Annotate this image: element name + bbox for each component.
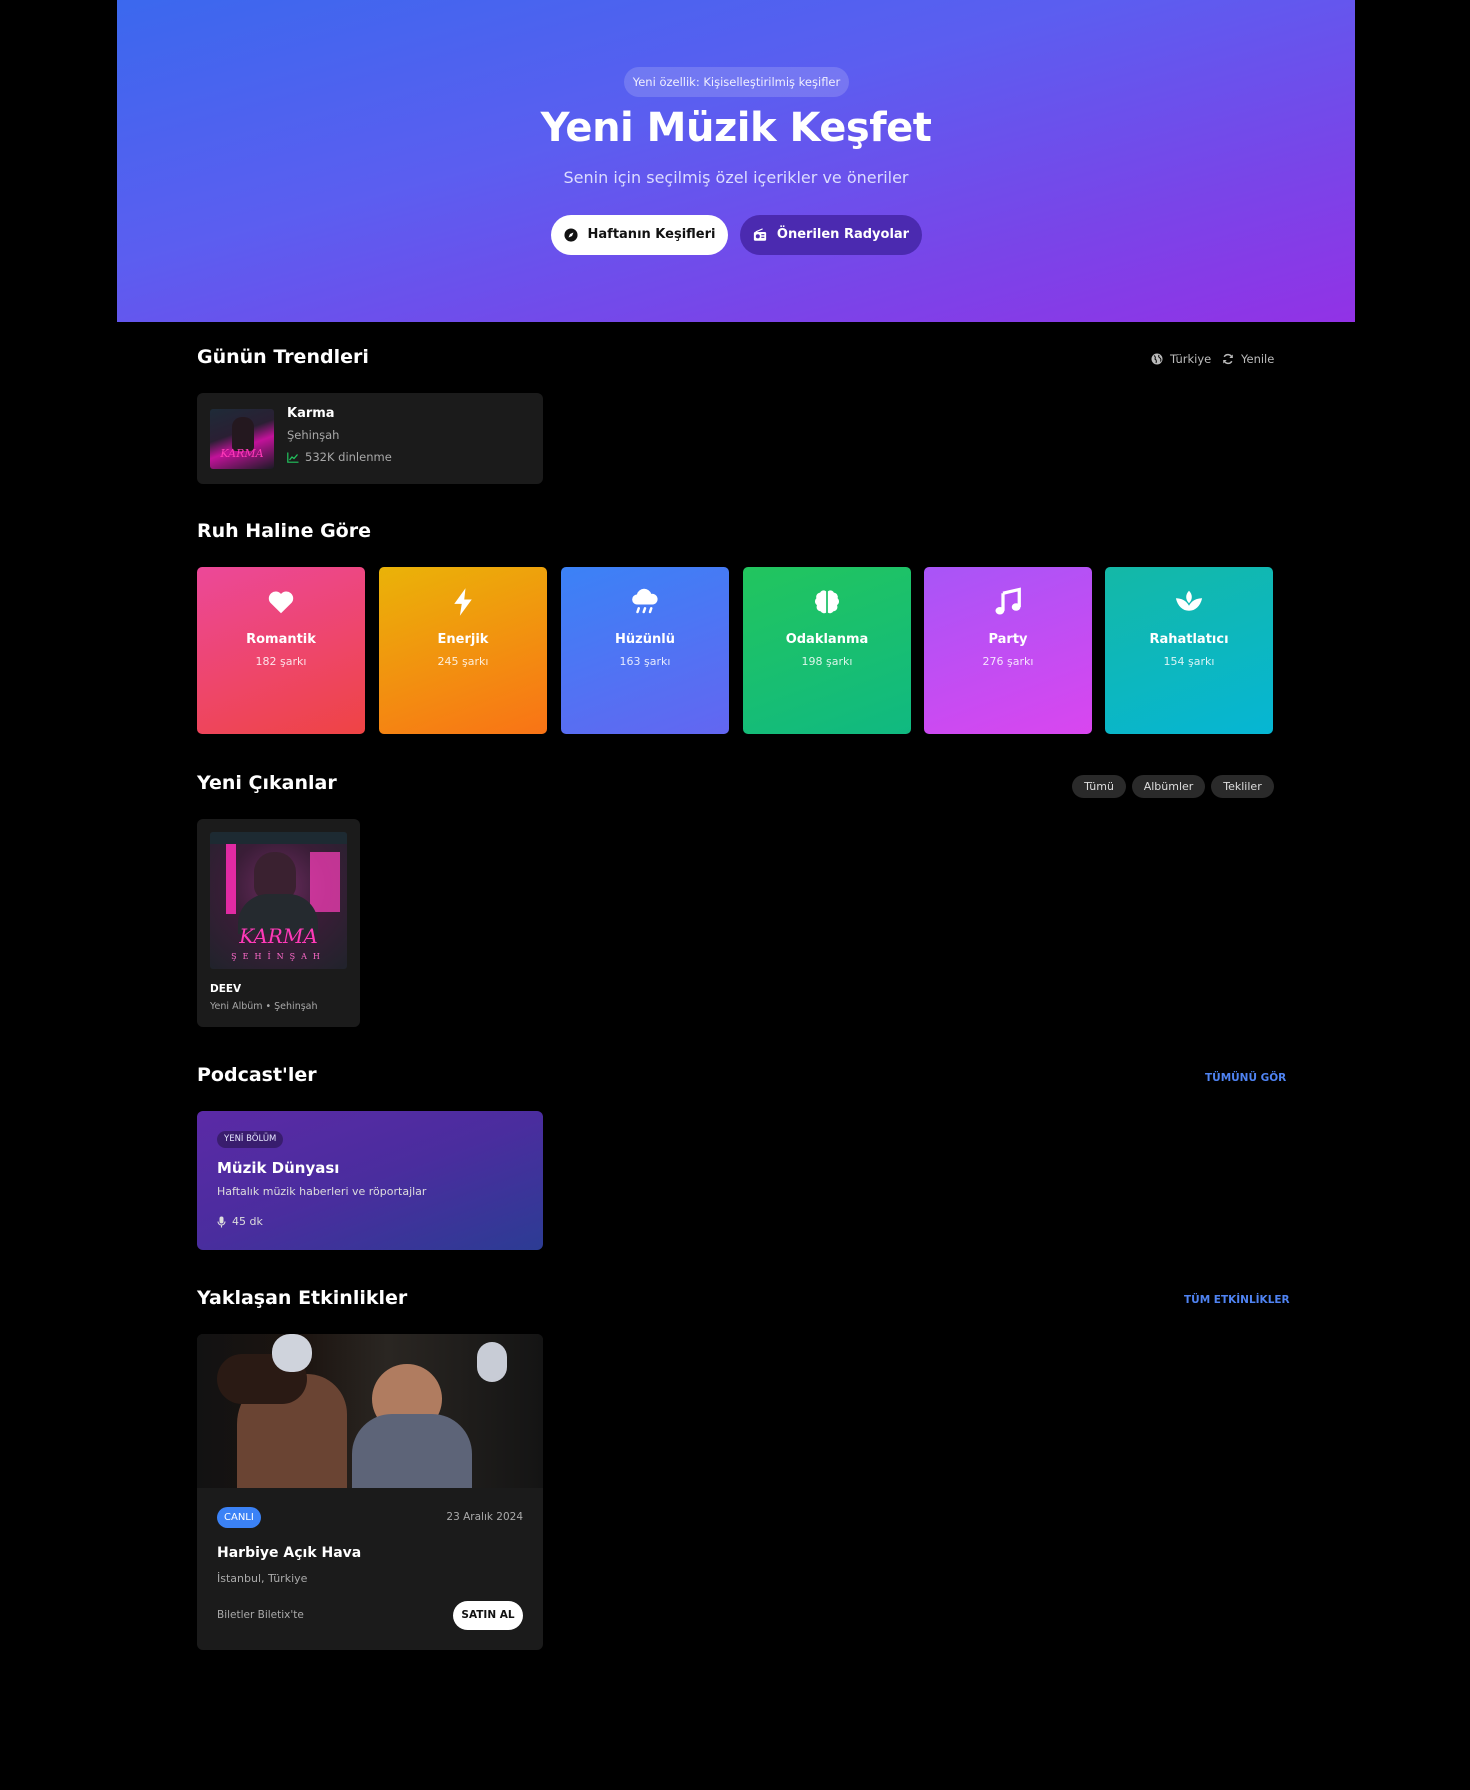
track-title[interactable]: Karma: [287, 406, 335, 421]
mood-count: 163 şarkı: [619, 655, 671, 668]
cover-title: KARMA: [239, 924, 318, 948]
mood-card-romantic[interactable]: Romantik 182 şarkı: [197, 567, 365, 734]
filter-singles[interactable]: Tekliler: [1211, 775, 1274, 798]
spa-icon: [1175, 590, 1203, 611]
mood-count: 182 şarkı: [255, 655, 307, 668]
cover-subtitle: ŞEHİNŞAH: [231, 952, 326, 961]
refresh-button[interactable]: Yenile: [1222, 352, 1274, 366]
release-meta: Yeni Albüm • Şehinşah: [210, 1001, 318, 1012]
mood-card-energetic[interactable]: Enerjik 245 şarkı: [379, 567, 547, 734]
events-section-title: Yaklaşan Etkinlikler: [197, 1287, 408, 1309]
filter-albums[interactable]: Albümler: [1132, 775, 1205, 798]
heart-icon: [268, 591, 294, 614]
events-see-all-link[interactable]: TÜM ETKİNLİKLER: [1184, 1294, 1290, 1306]
podcast-description: Haftalık müzik haberleri ve röportajlar: [217, 1185, 427, 1198]
event-card[interactable]: CANLI 23 Aralık 2024 Harbiye Açık Hava İ…: [197, 1334, 543, 1650]
mood-name: Enerjik: [437, 632, 489, 647]
brain-icon: [814, 590, 840, 614]
globe-icon: [1151, 353, 1163, 365]
mood-name: Rahatlatıcı: [1149, 632, 1229, 647]
play-count: 532K dinlenme: [287, 450, 392, 464]
podcasts-see-all-link[interactable]: TÜMÜNÜ GÖR: [1205, 1072, 1286, 1084]
releases-section-title: Yeni Çıkanlar: [197, 772, 337, 794]
mood-name: Romantik: [246, 632, 316, 647]
mood-name: Hüzünlü: [615, 632, 675, 647]
page-title: Yeni Müzik Keşfet: [540, 105, 932, 151]
chart-line-icon: [287, 452, 299, 463]
event-location: İstanbul, Türkiye: [217, 1572, 308, 1585]
mood-count: 245 şarkı: [437, 655, 489, 668]
radio-icon: [753, 228, 767, 241]
hero-banner: Yeni özellik: Kişiselleştirilmiş keşifle…: [117, 0, 1355, 322]
duration-label: 45 dk: [232, 1215, 263, 1228]
album-cover: KARMA ŞEHİNŞAH: [210, 832, 347, 969]
bolt-icon: [454, 588, 472, 616]
moods-section-title: Ruh Haline Göre: [197, 520, 371, 542]
page-subtitle: Senin için seçilmiş özel içerikler ve ön…: [563, 168, 909, 187]
refresh-icon: [1223, 353, 1233, 365]
podcast-card[interactable]: YENİ BÖLÜM Müzik Dünyası Haftalık müzik …: [197, 1111, 543, 1250]
buy-ticket-button[interactable]: SATIN AL: [453, 1601, 523, 1630]
mood-count: 198 şarkı: [801, 655, 853, 668]
event-date: 23 Aralık 2024: [446, 1511, 523, 1523]
cloud-rain-icon: [632, 588, 658, 614]
track-artist[interactable]: Şehinşah: [287, 428, 339, 442]
weekly-discoveries-label: Haftanın Keşifleri: [587, 227, 716, 242]
weekly-discoveries-button[interactable]: Haftanın Keşifleri: [551, 215, 728, 255]
podcast-title[interactable]: Müzik Dünyası: [217, 1159, 339, 1177]
new-episode-badge: YENİ BÖLÜM: [217, 1131, 284, 1148]
refresh-label: Yenile: [1241, 352, 1275, 366]
ticket-vendor: Biletler Biletix'te: [217, 1609, 304, 1621]
podcasts-section-title: Podcast'ler: [197, 1064, 317, 1086]
compass-icon: [563, 228, 578, 242]
mood-card-sad[interactable]: Hüzünlü 163 şarkı: [561, 567, 729, 734]
feature-badge: Yeni özellik: Kişiselleştirilmiş keşifle…: [624, 67, 849, 97]
mood-card-party[interactable]: Party 276 şarkı: [924, 567, 1092, 734]
event-title[interactable]: Harbiye Açık Hava: [217, 1545, 361, 1561]
event-photo: [197, 1334, 543, 1488]
mood-card-relaxing[interactable]: Rahatlatıcı 154 şarkı: [1105, 567, 1273, 734]
album-cover: KARMA: [210, 409, 274, 469]
trend-card[interactable]: KARMA Karma Şehinşah 532K dinlenme: [197, 393, 543, 484]
play-count-label: 532K dinlenme: [305, 450, 392, 464]
region-selector[interactable]: Türkiye: [1151, 352, 1211, 366]
recommended-radios-button[interactable]: Önerilen Radyolar: [740, 215, 922, 255]
podcast-duration: 45 dk: [217, 1215, 263, 1228]
recommended-radios-label: Önerilen Radyolar: [776, 227, 910, 242]
music-icon: [995, 587, 1021, 615]
microphone-icon: [217, 1216, 226, 1227]
filter-all[interactable]: Tümü: [1072, 775, 1126, 798]
mood-count: 276 şarkı: [982, 655, 1034, 668]
mood-card-focus[interactable]: Odaklanma 198 şarkı: [743, 567, 911, 734]
release-card[interactable]: KARMA ŞEHİNŞAH DEEV Yeni Albüm • Şehinşa…: [197, 819, 360, 1027]
cover-title: KARMA: [220, 447, 264, 460]
region-label: Türkiye: [1170, 352, 1212, 366]
live-badge: CANLI: [217, 1507, 261, 1528]
release-title[interactable]: DEEV: [210, 983, 241, 995]
mood-name: Party: [988, 632, 1028, 647]
mood-count: 154 şarkı: [1163, 655, 1215, 668]
mood-name: Odaklanma: [785, 632, 869, 647]
trends-section-title: Günün Trendleri: [197, 346, 369, 368]
